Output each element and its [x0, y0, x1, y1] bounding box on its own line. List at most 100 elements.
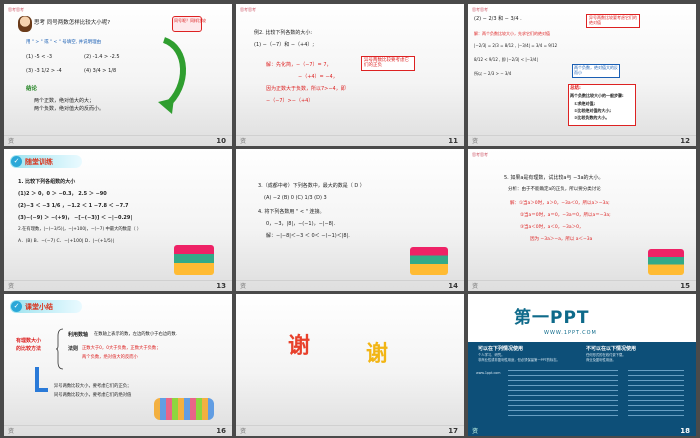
- site-link[interactable]: www.1ppt.com: [476, 371, 501, 376]
- link-list-right: [628, 370, 684, 420]
- footer-label: 资: [472, 428, 479, 435]
- footer-label: 资: [240, 428, 247, 435]
- method-1-label: 利用数轴: [68, 332, 89, 338]
- slide-thumbnail-11[interactable]: 思考思考 例2. 比较下列各数的大小: (1) −（−7）和 −（+4）; 解：…: [236, 4, 464, 146]
- slide-footer: 资 10: [4, 135, 232, 146]
- summary-line-2: 同号两数比较大小，要考虑它们的绝对值: [54, 393, 132, 398]
- thinking-girl-icon: [18, 16, 32, 32]
- slide-thumbnail-16[interactable]: ✓ 课堂小结 有理数大小 的比较方法 利用数轴 在数轴上表示的数，左边的数小于右…: [4, 294, 232, 436]
- solution-1: 解：①当a＞0时，a＞0，−3a＜0，所以a＞−3a;: [510, 201, 610, 206]
- green-arrow-icon: [158, 37, 186, 114]
- solution-3: ③当a＜0时，a＜0，−3a＞0，: [520, 225, 584, 230]
- checkmark-icon: ✓: [11, 301, 22, 312]
- slide-footer: 资 11: [236, 135, 464, 146]
- solution-line-1: 解：先化简，−（−7）= 7，: [266, 62, 332, 68]
- solution-line-2: −（+4）= −4，: [298, 74, 338, 80]
- books-illustration: [174, 245, 214, 275]
- allowed-title: 可以在下列情况使用: [478, 346, 524, 352]
- slide-thumbnail-13[interactable]: ✓ 随堂训练 1. 比较下列各组数的大小 (1)2 ＞ 0，0 ＞ −0.3， …: [4, 149, 232, 291]
- exercise-2-options: A．(B) B．−(−7) C．−|+100| D．|−(+1/5)|: [18, 239, 115, 244]
- slide-tag: 思考思考: [472, 7, 488, 12]
- slide-thumbnail-17[interactable]: 谢 谢 资 17: [236, 294, 464, 436]
- slide-thumbnail-15[interactable]: 思考思考 5. 如果a是有理数，试比较a与 −3a的大小。 分析：由于不能确定a…: [468, 149, 696, 291]
- footer-label: 资: [472, 138, 479, 145]
- section-header: ✓ 随堂训练: [10, 155, 82, 168]
- solution-line-3: 8/12 < 9/12 , 即 |−2/3| < |−3/4|: [474, 57, 538, 62]
- brace-icon: [56, 328, 64, 370]
- analysis: 分析：由于不能确定a的正负，所以要分类讨论: [508, 187, 601, 192]
- page-number: 16: [216, 427, 226, 435]
- method-2-line-2: 两个负数，绝对值大的反而小: [82, 355, 138, 360]
- exercise-1-row-2: (2)−3 ＜ −3 1/6 ，−1.2 ＜ 1 −7.8 ＜ −7.7: [18, 203, 129, 209]
- method-1-text: 在数轴上表示的数，左边的数小于右边的数.: [94, 332, 178, 337]
- conclusion-line-2: 两个负数，绝对值大的反而小。: [34, 106, 105, 112]
- section-header: ✓ 课堂小结: [10, 300, 82, 313]
- section-header-label: 随堂训练: [25, 158, 53, 166]
- summary-step-1: ①求绝对值;: [574, 101, 595, 106]
- exercise-1-title: 1. 比较下列各组数的大小: [18, 179, 76, 185]
- footer-label: 资: [8, 283, 15, 290]
- slide-footer: 资 15: [468, 280, 696, 291]
- exercise-1-row-1: (1)2 ＞ 0，0 ＞ −0.3， 2.5 ＞ −90: [18, 191, 107, 197]
- hint-box-2: 两个负数，绝对值大的反而小: [572, 64, 620, 78]
- books-illustration: [410, 247, 448, 275]
- summary-step-3: ③比较负数的大小。: [574, 115, 610, 120]
- page-number: 14: [448, 282, 458, 290]
- question-3: 3.（成都中考）下列各数中，最大的数是（ D ）: [258, 183, 365, 189]
- slide-tag: 思考思考: [240, 7, 256, 12]
- speech-bubble-text: 同号呢？同样比较: [174, 18, 206, 23]
- summary-head: 两个负数比较大小的一般步骤:: [570, 93, 624, 98]
- solution-line-1: 解：两个负数比较大小，先求它们的绝对值: [474, 31, 550, 36]
- not-allowed-title: 不可以在以下情况使用: [586, 346, 637, 352]
- slide-footer: 资 17: [236, 425, 464, 436]
- blue-l-arrow-icon: [35, 367, 48, 392]
- hint-box-1: 异号两数比较要考虑它们的绝对值: [586, 14, 640, 28]
- solution-line-3: 因为正数大于负数，所以7>−4，即: [266, 86, 346, 92]
- checkmark-icon: ✓: [11, 156, 22, 167]
- page-number: 18: [680, 427, 690, 435]
- solution-2: ②当a＝0时，a＝0，−3a＝0，所以a＝−3a;: [520, 213, 611, 218]
- brand-url: WWW.1PPT.COM: [544, 330, 597, 336]
- summary-line-1: 异号两数比较大小，要考虑它们的正负；: [54, 384, 132, 389]
- question-4-answer: 解：−|−8|＜−3 ＜ 0＜ −(−1)＜|8|.: [266, 233, 350, 239]
- example-title: 例2. 比较下列各数的大小:: [254, 30, 313, 36]
- slide-footer: 资 13: [4, 280, 232, 291]
- question-5: 5. 如果a是有理数，试比较a与 −3a的大小。: [504, 175, 604, 181]
- page-number: 10: [216, 137, 226, 145]
- brand-logo: 第一PPT: [514, 308, 590, 328]
- solution-line-4: 所以 − 2/3 > − 3/4: [474, 71, 512, 76]
- summary-title: 总结:: [570, 86, 581, 91]
- solution-line-2: |−2/3| = 2/3 = 8/12 , |−3/4| = 3/4 = 9/1…: [474, 43, 558, 48]
- conclusion-label: 结论: [26, 86, 38, 92]
- slide-title: 思考 同号两数怎样比较大小呢?: [34, 20, 111, 26]
- example-question: (1) −（−7）和 −（+4）;: [254, 42, 315, 48]
- footer-label: 资: [240, 138, 247, 145]
- exercise-2-question: 2.在有理数，|−(−3/5)|，−|+100|，−(−7) 中最大的数是（ ）: [18, 227, 142, 232]
- thanks-char-2: 谢: [366, 342, 389, 367]
- page-number: 13: [216, 282, 226, 290]
- slide-tag: 思考思考: [472, 152, 488, 157]
- slide-footer: 资 12: [468, 135, 696, 146]
- item-1: (1) -5 < -3: [26, 54, 53, 60]
- instruction: 用 " > " 或 " < " 号填空, 并说明理由: [26, 40, 102, 45]
- page-number: 17: [448, 427, 458, 435]
- question: (2) − 2/3 和 − 3/4 .: [474, 16, 522, 22]
- slide-footer: 资 18: [468, 425, 696, 436]
- exercise-1-row-3: (3)−(−9) ＞ −(+9)， −[−(−3)] ＜ −|−0.29|: [18, 215, 133, 221]
- hint-box: 异号两数比较要考虑它们的正负: [361, 56, 415, 71]
- children-illustration: [154, 398, 214, 420]
- method-2-label: 法则: [68, 346, 79, 352]
- conclusion-line-1: 两个正数，绝对值大的大；: [34, 98, 95, 104]
- slide-thumbnail-10[interactable]: 思考思考 思考 同号两数怎样比较大小呢? 同号呢？同样比较 用 " > " 或 …: [4, 4, 232, 146]
- not-allowed-line-2: 商业及盈利性用途。: [586, 358, 616, 362]
- slide-thumbnail-12[interactable]: 思考思考 (2) − 2/3 和 − 3/4 . 异号两数比较要考虑它们的绝对值…: [468, 4, 696, 146]
- slide-thumbnail-18[interactable]: 第一PPT WWW.1PPT.COM 可以在下列情况使用 个人学习、研究。 非商…: [468, 294, 696, 436]
- question-4: 4. 将下列各数用 " < " 连接。: [258, 209, 325, 215]
- summary-step-2: ②比较绝对值的大小;: [574, 108, 611, 113]
- item-2: (2) -1.4 > -2.5: [84, 54, 120, 60]
- question-4-numbers: 0，−3，|8|，−(−1)，−|−8|.: [266, 221, 336, 227]
- question-3-options: (A) −2 (B) 0 (C) 1/3 (D) 3: [264, 195, 327, 201]
- slide-thumbnail-14[interactable]: 3.（成都中考）下列各数中，最大的数是（ D ） (A) −2 (B) 0 (C…: [236, 149, 464, 291]
- method-title-line-1: 有理数大小: [16, 338, 42, 344]
- page-number: 11: [448, 137, 458, 145]
